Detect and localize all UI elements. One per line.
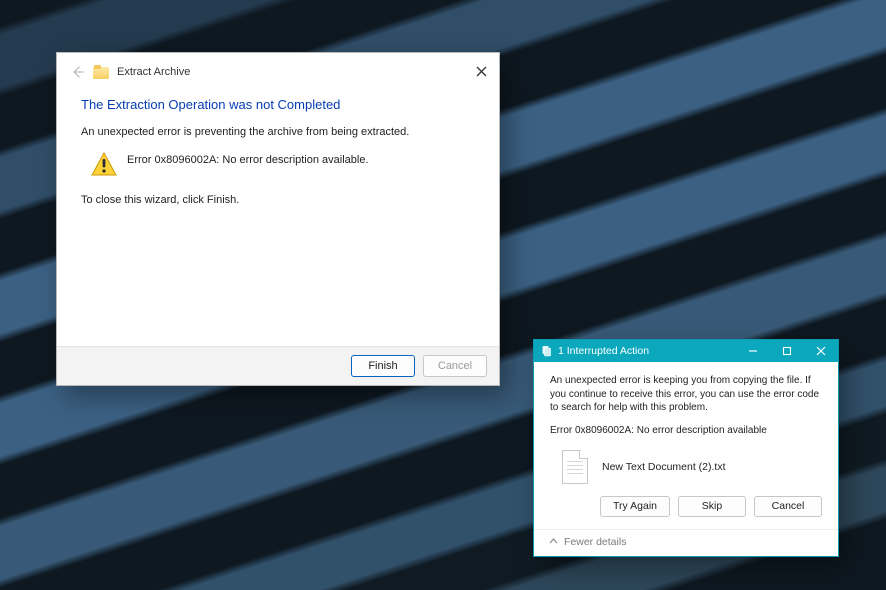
fewer-details-toggle[interactable]: Fewer details xyxy=(534,529,838,556)
wizard-title: The Extraction Operation was not Complet… xyxy=(81,97,475,112)
cancel-button[interactable]: Cancel xyxy=(423,355,487,377)
folder-icon xyxy=(93,65,109,79)
close-icon xyxy=(476,66,487,77)
minimize-button[interactable] xyxy=(736,340,770,362)
dialog-body: An unexpected error is keeping you from … xyxy=(534,362,838,529)
minimize-icon xyxy=(748,346,758,356)
try-again-button[interactable]: Try Again xyxy=(600,496,670,517)
dialog-message: An unexpected error is keeping you from … xyxy=(550,374,822,415)
wizard-error-text: Error 0x8096002A: No error description a… xyxy=(127,152,369,166)
dialog-error-text: Error 0x8096002A: No error description a… xyxy=(550,425,822,436)
close-icon xyxy=(816,346,826,356)
wizard-body: Extract Archive The Extraction Operation… xyxy=(57,53,499,346)
back-button[interactable] xyxy=(71,65,85,79)
wizard-content: The Extraction Operation was not Complet… xyxy=(57,85,499,206)
file-name: New Text Document (2).txt xyxy=(602,461,726,473)
finish-button[interactable]: Finish xyxy=(351,355,415,377)
copy-icon xyxy=(540,345,552,357)
wizard-footer: Finish Cancel xyxy=(57,346,499,385)
chevron-up-icon xyxy=(548,537,558,547)
maximize-icon xyxy=(782,346,792,356)
wizard-header-label: Extract Archive xyxy=(117,66,190,78)
error-row: Error 0x8096002A: No error description a… xyxy=(91,152,475,176)
back-arrow-icon xyxy=(72,66,84,78)
warning-icon xyxy=(91,152,117,176)
dialog-cancel-button[interactable]: Cancel xyxy=(754,496,822,517)
dialog-close-button[interactable] xyxy=(804,340,838,362)
titlebar-left: 1 Interrupted Action xyxy=(534,345,736,357)
wizard-close-hint: To close this wizard, click Finish. xyxy=(81,194,475,206)
skip-button[interactable]: Skip xyxy=(678,496,746,517)
file-icon xyxy=(562,450,588,484)
file-row: New Text Document (2).txt xyxy=(550,448,822,496)
close-button[interactable] xyxy=(471,61,491,81)
wizard-header: Extract Archive xyxy=(57,53,499,85)
extract-archive-wizard: Extract Archive The Extraction Operation… xyxy=(56,52,500,386)
fewer-details-label: Fewer details xyxy=(564,536,626,548)
interrupted-action-dialog: 1 Interrupted Action An unexpected error… xyxy=(533,339,839,557)
dialog-button-row: Try Again Skip Cancel xyxy=(550,496,822,521)
dialog-title: 1 Interrupted Action xyxy=(558,345,649,357)
dialog-titlebar: 1 Interrupted Action xyxy=(534,340,838,362)
wizard-subtitle: An unexpected error is preventing the ar… xyxy=(81,126,475,138)
maximize-button[interactable] xyxy=(770,340,804,362)
